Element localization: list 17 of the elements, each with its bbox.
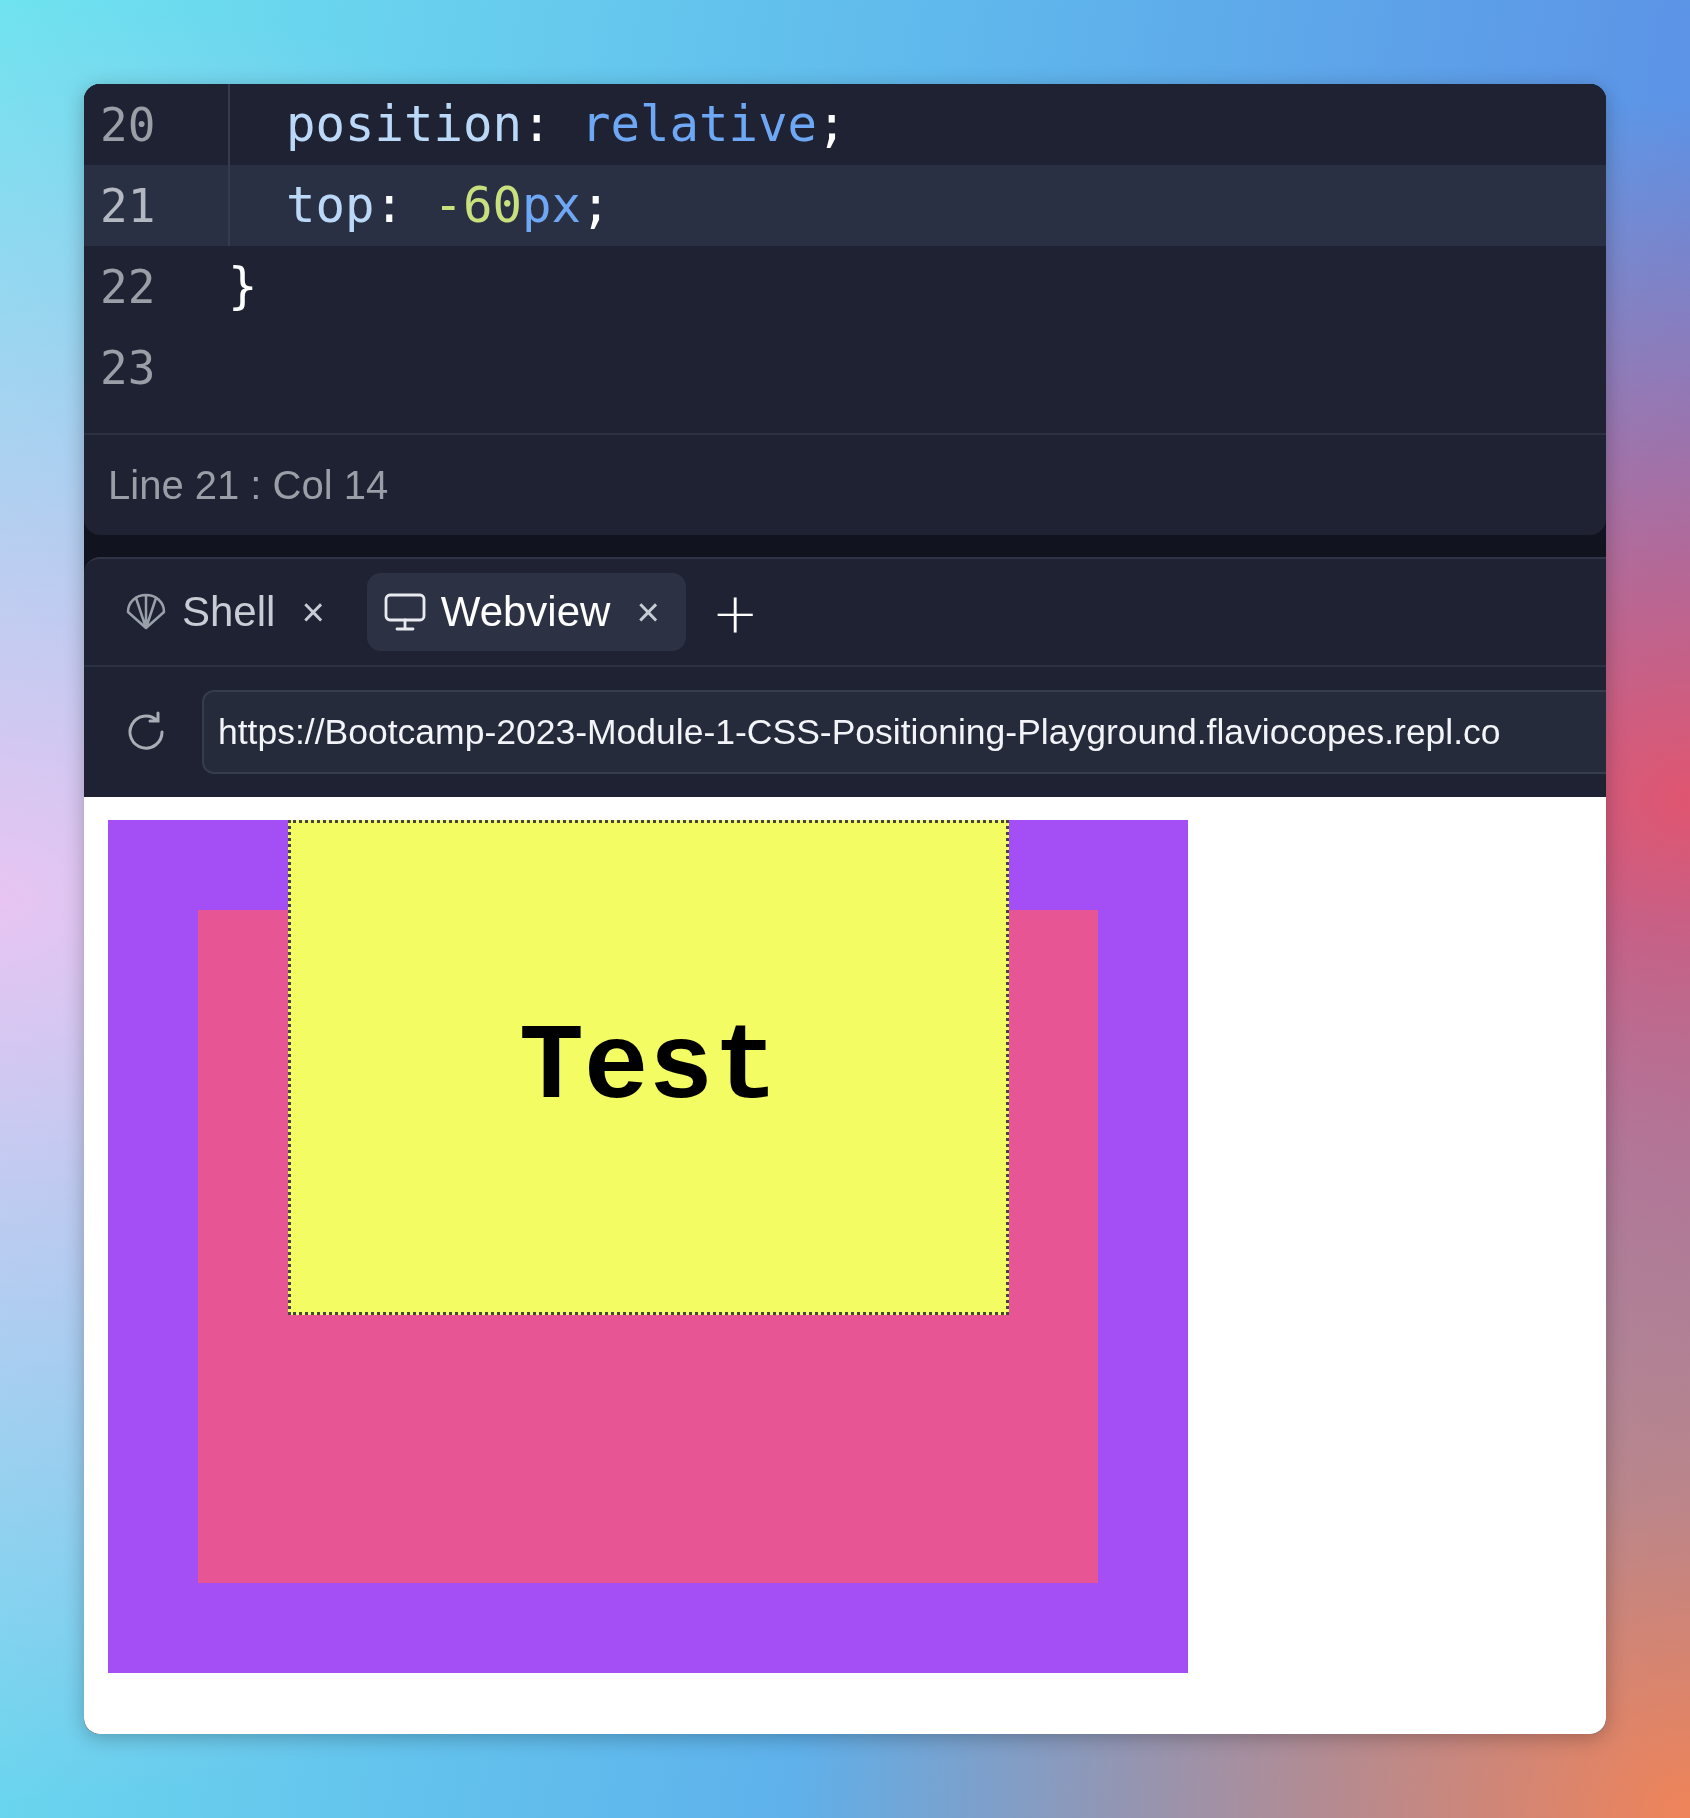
address-field[interactable]: https://Bootcamp-2023-Module-1-CSS-Positioning-Playground.flaviocopes.repl.co (202, 690, 1606, 774)
close-icon[interactable]: × (301, 589, 325, 635)
cursor-position: Line 21 : Col 14 (108, 462, 389, 508)
seashell-icon (124, 592, 168, 632)
add-tab-button[interactable]: + (701, 579, 769, 645)
box-label: Test (518, 1006, 779, 1129)
code-line: top: -60px; (286, 177, 611, 234)
line-number: 22 (99, 259, 157, 314)
close-icon[interactable]: × (636, 589, 660, 635)
line-number: 20 (99, 97, 157, 152)
tab[interactable]: Shell × (108, 573, 351, 651)
line-number: 21 (99, 178, 157, 233)
line-number: 23 (99, 340, 157, 395)
monitor-icon (382, 592, 427, 632)
code-line: position: relative; (286, 96, 847, 153)
tab[interactable]: Webview × (366, 573, 686, 651)
code-line: } (228, 258, 258, 315)
